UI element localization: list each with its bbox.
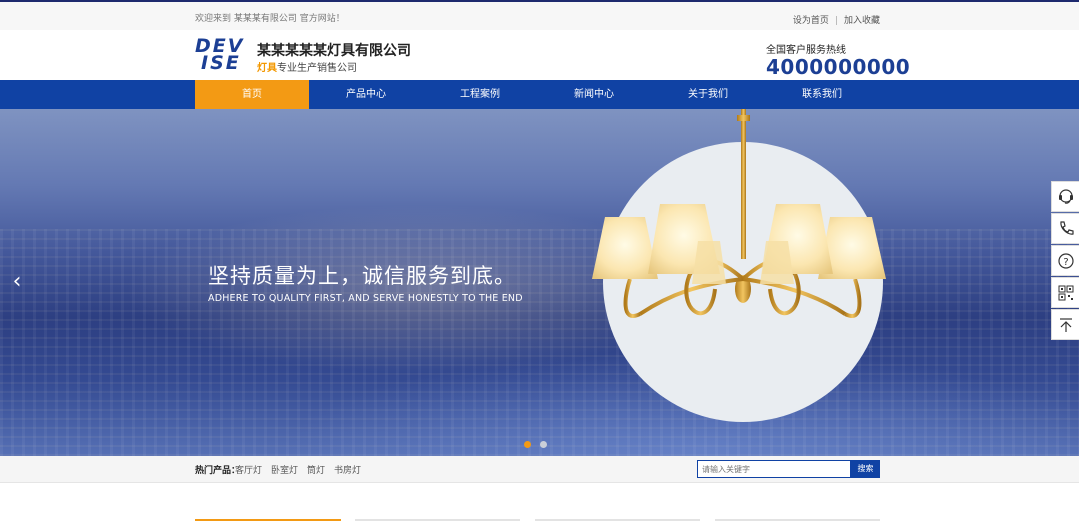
qrcode-icon[interactable] — [1051, 277, 1079, 308]
add-favorite-link[interactable]: 加入收藏 — [844, 16, 880, 26]
banner-slogan-en: ADHERE TO QUALITY FIRST, AND SERVE HONES… — [208, 293, 523, 304]
banner-dot-1[interactable] — [524, 441, 531, 448]
phone-icon[interactable] — [1051, 213, 1079, 244]
hot-products-bar: 热门产品： 客厅灯卧室灯筒灯书房灯 搜索 — [0, 456, 1079, 483]
chandelier-image — [592, 109, 886, 318]
banner-slogan-cn: 坚持质量为上，诚信服务到底。 — [208, 264, 516, 288]
floating-toolbar: ? — [1051, 181, 1079, 341]
set-homepage-link[interactable]: 设为首页 — [793, 16, 829, 26]
welcome-text: 欢迎来到 某某某有限公司 官方网站！ — [195, 14, 345, 24]
hot-product-link[interactable]: 客厅灯 — [235, 466, 262, 476]
tagline-rest: 专业生产销售公司 — [277, 63, 357, 74]
logo-line-2: ISE — [201, 52, 241, 74]
main-nav: 首页 产品中心 工程案例 新闻中心 关于我们 联系我们 — [0, 80, 1079, 109]
hot-product-link[interactable]: 卧室灯 — [271, 466, 298, 476]
top-links: 设为首页 | 加入收藏 — [793, 13, 880, 26]
top-bar: 欢迎来到 某某某有限公司 官方网站！ 设为首页 | 加入收藏 — [0, 0, 1079, 30]
back-to-top-icon[interactable] — [1051, 309, 1079, 340]
svg-text:?: ? — [1063, 257, 1068, 268]
top-links-separator: | — [834, 16, 838, 26]
search-input[interactable] — [697, 460, 851, 478]
hot-product-link[interactable]: 筒灯 — [307, 466, 325, 476]
hotline-number: 4000000000 — [766, 55, 911, 79]
logo[interactable]: DEV ISE — [195, 37, 247, 73]
nav-item-about[interactable]: 关于我们 — [651, 80, 765, 109]
nav-item-news[interactable]: 新闻中心 — [537, 80, 651, 109]
customer-service-icon[interactable] — [1051, 181, 1079, 212]
nav-item-home[interactable]: 首页 — [195, 80, 309, 109]
header: DEV ISE 某某某某某灯具有限公司 灯具专业生产销售公司 全国客户服务热线 … — [0, 30, 1079, 80]
nav-item-contact[interactable]: 联系我们 — [765, 80, 879, 109]
hot-products-title: 热门产品： — [195, 466, 241, 476]
banner-prev-arrow[interactable]: ‹ — [7, 269, 27, 295]
banner-dots — [524, 433, 556, 452]
city-night-background — [0, 229, 1079, 456]
tagline-highlight: 灯具 — [257, 63, 277, 74]
nav-item-products[interactable]: 产品中心 — [309, 80, 423, 109]
company-name: 某某某某某灯具有限公司 — [257, 43, 411, 59]
hero-banner: 坚持质量为上，诚信服务到底。 ADHERE TO QUALITY FIRST, … — [0, 109, 1079, 456]
question-icon[interactable]: ? — [1051, 245, 1079, 276]
tagline: 灯具专业生产销售公司 — [257, 59, 357, 74]
hot-product-link[interactable]: 书房灯 — [334, 466, 361, 476]
nav-item-cases[interactable]: 工程案例 — [423, 80, 537, 109]
banner-dot-2[interactable] — [540, 441, 547, 448]
hotline-label: 全国客户服务热线 — [766, 45, 846, 56]
hot-products-list: 客厅灯 卧室灯 筒灯 书房灯 — [235, 463, 370, 476]
search-button[interactable]: 搜索 — [851, 460, 880, 478]
